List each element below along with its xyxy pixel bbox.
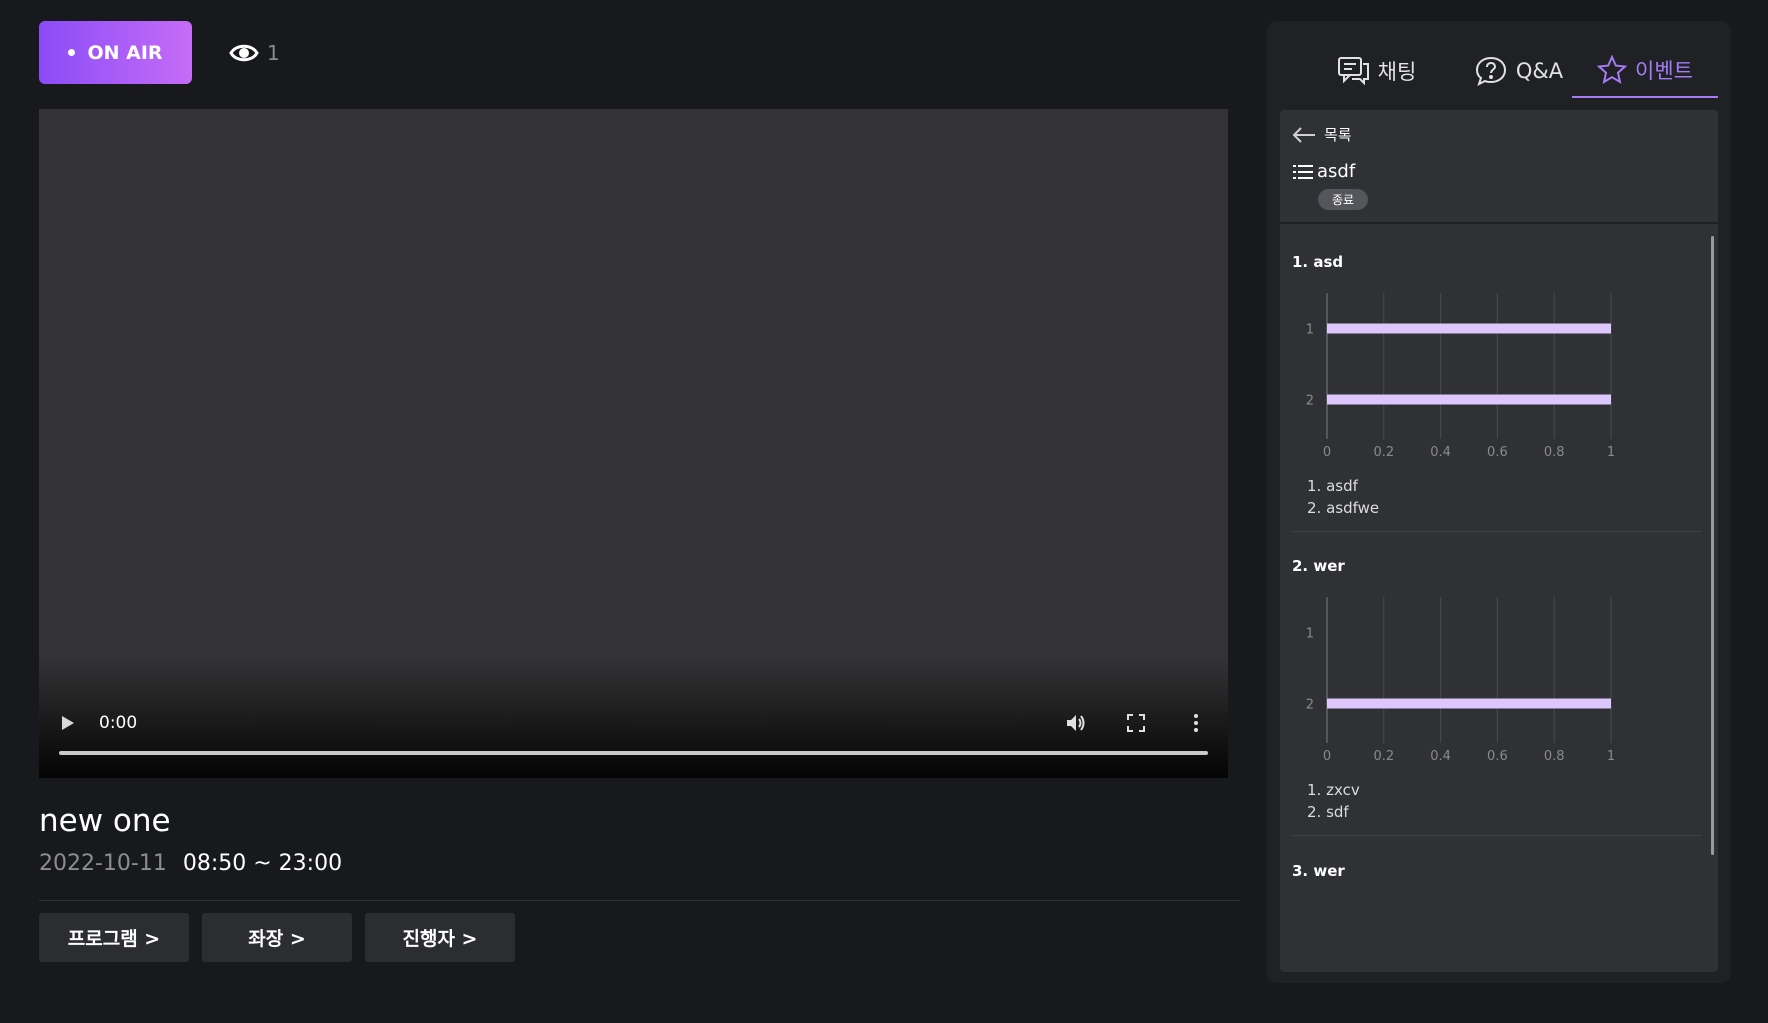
question-result-chart: 0 0.2 0.4 0.6 0.8 1 1 2 <box>1306 293 1615 460</box>
tab-qa[interactable]: Q&A <box>1452 44 1587 98</box>
on-air-badge: ON AIR <box>39 21 192 84</box>
question-item: 2. wer 0 0.2 0.4 0.6 0.8 1 1 2 1. zxcv 2. sdf <box>1292 557 1702 836</box>
program-date: 2022-10-11 <box>39 851 167 876</box>
x-tick-label: 0.6 <box>1487 749 1508 764</box>
live-status-bar: ON AIR 1 <box>39 21 280 84</box>
event-name-text: asdf <box>1317 161 1356 182</box>
status-badge: 종료 <box>1318 189 1369 210</box>
fullscreen-button[interactable] <box>1124 711 1148 735</box>
option-list: 1. zxcv 2. sdf <box>1307 779 1702 823</box>
star-icon <box>1597 55 1628 85</box>
question-icon <box>1475 56 1506 86</box>
fullscreen-icon <box>1127 714 1145 732</box>
seek-bar[interactable] <box>59 751 1208 755</box>
result-bar <box>1327 698 1611 709</box>
viewer-count: 1 <box>229 41 280 65</box>
chair-button[interactable]: 좌장 > <box>202 913 352 962</box>
question-divider <box>1292 835 1702 836</box>
program-title: new one <box>39 803 171 839</box>
play-button[interactable] <box>61 713 81 733</box>
eye-icon <box>229 44 259 61</box>
event-result-card: 목록 asdf 종료 1. asd 0 0.2 0.4 0.6 0.8 1 1 2 1. as… <box>1280 110 1718 972</box>
current-time: 0:00 <box>99 713 138 733</box>
x-tick-label: 0.6 <box>1487 445 1508 460</box>
viewer-count-value: 1 <box>267 40 280 65</box>
x-tick-label: 0.2 <box>1373 749 1394 764</box>
tab-chat-label: 채팅 <box>1377 60 1417 84</box>
result-bar <box>1327 323 1611 334</box>
option-item: 2. sdf <box>1307 803 1349 821</box>
event-name: asdf <box>1293 161 1355 182</box>
list-icon <box>1293 164 1313 179</box>
option-item: 2. asdfwe <box>1307 499 1380 517</box>
back-to-list-button[interactable]: 목록 <box>1292 124 1352 145</box>
x-tick-label: 0.4 <box>1430 445 1451 460</box>
question-divider <box>1292 531 1702 532</box>
y-tick-label: 1 <box>1306 627 1314 642</box>
question-item: 1. asd 0 0.2 0.4 0.6 0.8 1 1 2 1. asdf 2. asdfw… <box>1292 253 1702 532</box>
question-results: 1. asd 0 0.2 0.4 0.6 0.8 1 1 2 1. asdf 2. asdfw… <box>1280 226 1718 972</box>
x-tick-label: 1 <box>1607 445 1615 460</box>
x-tick-label: 0.8 <box>1544 749 1565 764</box>
tab-event[interactable]: 이벤트 <box>1572 44 1718 98</box>
program-button[interactable]: 프로그램 > <box>39 913 189 962</box>
results-scrollbar[interactable] <box>1711 236 1714 855</box>
volume-button[interactable] <box>1064 711 1088 735</box>
result-bar <box>1327 394 1611 405</box>
question-title: 1. asd <box>1292 253 1344 271</box>
video-player[interactable]: 0:00 <box>39 109 1228 778</box>
more-vertical-icon <box>1194 714 1198 732</box>
option-item: 1. asdf <box>1307 477 1358 495</box>
question-item: 3. wer <box>1292 862 1702 880</box>
option-item: 1. zxcv <box>1307 781 1360 799</box>
question-result-chart: 0 0.2 0.4 0.6 0.8 1 1 2 <box>1306 597 1615 764</box>
play-icon <box>62 716 74 730</box>
tab-qa-label: Q&A <box>1515 59 1564 83</box>
program-time-range: 08:50 ~ 23:00 <box>182 851 343 876</box>
x-tick-label: 0.8 <box>1544 445 1565 460</box>
live-dot-icon <box>68 49 76 56</box>
chat-icon <box>1337 57 1369 85</box>
video-controls: 0:00 <box>39 708 1228 738</box>
back-label: 목록 <box>1324 126 1352 144</box>
x-tick-label: 0 <box>1323 749 1331 764</box>
option-list: 1. asdf 2. asdfwe <box>1307 475 1702 519</box>
volume-icon <box>1067 715 1085 731</box>
question-title: 3. wer <box>1292 862 1345 880</box>
more-options-button[interactable] <box>1184 711 1208 735</box>
info-divider <box>39 900 1240 901</box>
arrow-left-icon <box>1292 126 1315 143</box>
x-tick-label: 0.2 <box>1373 445 1394 460</box>
on-air-label: ON AIR <box>87 41 163 64</box>
host-button[interactable]: 진행자 > <box>365 913 515 962</box>
program-datetime: 2022-10-11 08:50 ~ 23:00 <box>39 851 342 876</box>
tab-chat[interactable]: 채팅 <box>1307 44 1447 98</box>
x-tick-label: 1 <box>1607 749 1615 764</box>
x-tick-label: 0.4 <box>1430 749 1451 764</box>
event-header: 목록 asdf 종료 <box>1280 110 1718 224</box>
x-tick-label: 0 <box>1323 445 1331 460</box>
y-tick-label: 2 <box>1306 698 1314 713</box>
tab-event-label: 이벤트 <box>1635 59 1693 83</box>
question-title: 2. wer <box>1292 557 1345 575</box>
y-tick-label: 2 <box>1306 394 1314 409</box>
y-tick-label: 1 <box>1306 323 1314 338</box>
program-nav-buttons: 프로그램 > 좌장 > 진행자 > <box>39 913 515 962</box>
